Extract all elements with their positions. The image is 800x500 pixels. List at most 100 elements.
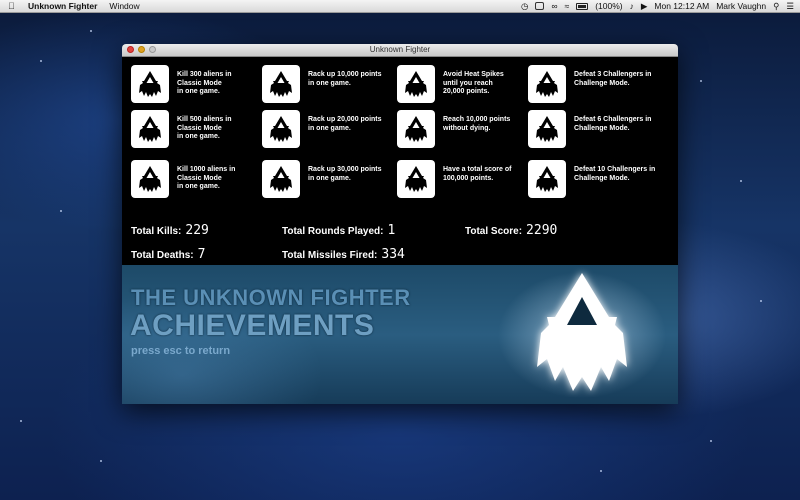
battery-icon[interactable] bbox=[576, 2, 589, 10]
volume-icon[interactable]: ♪ bbox=[630, 0, 634, 12]
achievement-ship-icon bbox=[131, 110, 169, 148]
achievement-item: Defeat 10 Challengers in Challenge Mode. bbox=[528, 160, 668, 205]
clock[interactable]: Mon 12:12 AM bbox=[654, 0, 709, 12]
achievement-line: Challenge Mode. bbox=[574, 79, 630, 87]
stat-total-missiles: Total Missiles Fired: 334 bbox=[282, 247, 405, 262]
wifi-icon[interactable]: ≈ bbox=[565, 0, 570, 12]
achievements-grid: Kill 300 aliens in Classic Mode in one gam… bbox=[131, 65, 671, 205]
banner-subtitle: ACHIEVEMENTS bbox=[130, 309, 375, 342]
achievement-line: 20,000 points. bbox=[443, 88, 490, 95]
achievement-line: in one game. bbox=[177, 133, 220, 140]
achievement-item: Rack up 20,000 points in one game. bbox=[262, 110, 397, 160]
stat-value: 229 bbox=[185, 223, 209, 238]
window-menu[interactable]: Window bbox=[109, 1, 139, 11]
stat-value: 7 bbox=[197, 247, 206, 262]
achievement-line: Defeat 10 Challengers in bbox=[574, 166, 656, 173]
achievement-description: Kill 300 aliens in Classic Mode in one gam… bbox=[177, 71, 259, 97]
display-icon[interactable] bbox=[535, 2, 545, 10]
achievement-line: Kill 1000 aliens in bbox=[177, 166, 236, 173]
stat-value: 1 bbox=[387, 223, 396, 238]
achievement-line: in one game. bbox=[177, 183, 220, 190]
achievement-item: Kill 500 aliens in Classic Mode in one gam… bbox=[131, 110, 262, 160]
app-menu[interactable]: Unknown Fighter bbox=[28, 1, 97, 11]
achievement-line: in one game. bbox=[308, 124, 351, 132]
minimize-button[interactable] bbox=[138, 46, 145, 53]
achievement-ship-icon bbox=[397, 65, 435, 103]
achievement-item: Rack up 10,000 points in one game. bbox=[262, 65, 397, 110]
achievements-banner: THE UNKNOWN FIGHTER ACHIEVEMENTS press e… bbox=[122, 265, 678, 404]
banner-title: THE UNKNOWN FIGHTER bbox=[131, 285, 411, 310]
achievement-line: Classic Mode bbox=[177, 124, 222, 132]
achievement-description: Reach 10,000 points without dying. bbox=[443, 116, 525, 133]
achievement-line: Rack up 20,000 points bbox=[308, 116, 382, 123]
notification-icon[interactable]: ☰ bbox=[786, 0, 794, 12]
achievement-description: Kill 500 aliens in Classic Mode in one gam… bbox=[177, 116, 259, 142]
achievement-ship-icon bbox=[262, 65, 300, 103]
achievement-line: Reach 10,000 points bbox=[443, 116, 511, 123]
achievement-description: Defeat 10 Challengers in Challenge Mode. bbox=[574, 166, 656, 183]
achievement-line: in one game. bbox=[308, 79, 351, 87]
battery-percent: (100%) bbox=[595, 1, 623, 11]
achievement-line: Classic Mode bbox=[177, 174, 222, 182]
achievements-screen: Kill 300 aliens in Classic Mode in one gam… bbox=[122, 57, 678, 404]
stat-label: Total Score: bbox=[465, 226, 523, 237]
achievement-line: Classic Mode bbox=[177, 79, 222, 87]
achievement-description: Rack up 10,000 points in one game. bbox=[308, 71, 390, 88]
bluetooth-icon[interactable]: ∞ bbox=[551, 0, 557, 12]
achievement-description: Defeat 6 Challengers in Challenge Mode. bbox=[574, 116, 656, 133]
stat-total-rounds: Total Rounds Played: 1 bbox=[282, 223, 395, 238]
stat-total-deaths: Total Deaths: 7 bbox=[131, 247, 205, 262]
achievement-line: Rack up 10,000 points bbox=[308, 71, 382, 78]
achievement-item: Defeat 6 Challengers in Challenge Mode. bbox=[528, 110, 668, 160]
input-menu-icon[interactable]: ▶ bbox=[641, 0, 648, 12]
window-controls bbox=[127, 46, 156, 53]
achievement-line: without dying. bbox=[443, 124, 491, 132]
achievement-item: Kill 300 aliens in Classic Mode in one gam… bbox=[131, 65, 262, 110]
achievement-line: until you reach bbox=[443, 79, 493, 87]
achievement-ship-icon bbox=[528, 110, 566, 148]
stat-total-kills: Total Kills: 229 bbox=[131, 223, 209, 238]
achievement-ship-icon bbox=[262, 160, 300, 198]
close-button[interactable] bbox=[127, 46, 134, 53]
achievement-ship-icon bbox=[131, 160, 169, 198]
achievement-description: Kill 1000 aliens in Classic Mode in one ga… bbox=[177, 166, 259, 192]
achievement-item: Kill 1000 aliens in Classic Mode in one ga… bbox=[131, 160, 262, 205]
apple-menu-icon[interactable]:  bbox=[8, 0, 18, 12]
achievement-ship-icon bbox=[397, 110, 435, 148]
achievement-line: Avoid Heat Spikes bbox=[443, 71, 504, 78]
window-titlebar[interactable]: Unknown Fighter bbox=[122, 44, 678, 57]
achievement-description: Rack up 30,000 points in one game. bbox=[308, 166, 390, 183]
achievement-item: Reach 10,000 points without dying. bbox=[397, 110, 528, 160]
app-window: Unknown Fighter Kill 300 aliens in Classi… bbox=[122, 44, 678, 404]
stat-label: Total Deaths: bbox=[131, 250, 194, 261]
achievement-line: Rack up 30,000 points bbox=[308, 166, 382, 173]
achievement-description: Rack up 20,000 points in one game. bbox=[308, 116, 390, 133]
achievement-ship-icon bbox=[131, 65, 169, 103]
menu-bar:  Unknown Fighter Window ◷ ∞ ≈ (100%) ♪ … bbox=[0, 0, 800, 13]
stat-label: Total Kills: bbox=[131, 226, 182, 237]
stats-panel: Total Kills: 229 Total Rounds Played: 1 To… bbox=[131, 219, 671, 269]
time-machine-icon[interactable]: ◷ bbox=[521, 0, 528, 12]
user-name[interactable]: Mark Vaughn bbox=[716, 0, 766, 12]
achievement-line: Challenge Mode. bbox=[574, 124, 630, 132]
return-hint: press esc to return bbox=[131, 345, 231, 357]
stat-value: 334 bbox=[381, 247, 405, 262]
stat-value: 2290 bbox=[526, 223, 558, 238]
spotlight-icon[interactable]: ⚲ bbox=[773, 0, 779, 12]
achievement-line: in one game. bbox=[308, 174, 351, 182]
achievement-description: Avoid Heat Spikes until you reach 20,000 p… bbox=[443, 71, 525, 97]
window-title: Unknown Fighter bbox=[369, 45, 431, 54]
stat-label: Total Rounds Played: bbox=[282, 226, 384, 237]
achievement-description: Have a total score of 100,000 points. bbox=[443, 166, 525, 183]
achievement-item: Have a total score of 100,000 points. bbox=[397, 160, 528, 205]
achievement-ship-icon bbox=[528, 160, 566, 198]
achievement-line: Defeat 6 Challengers in bbox=[574, 116, 652, 123]
achievement-line: Kill 300 aliens in bbox=[177, 71, 232, 78]
achievement-line: Challenge Mode. bbox=[574, 174, 630, 182]
achievement-ship-icon bbox=[528, 65, 566, 103]
achievement-line: Kill 500 aliens in bbox=[177, 116, 232, 123]
menu-extras: ◷ ∞ ≈ (100%) ♪ ▶ Mon 12:12 AM Mark Vaugh… bbox=[521, 0, 794, 12]
achievement-line: Have a total score of bbox=[443, 166, 512, 173]
zoom-button[interactable] bbox=[149, 46, 156, 53]
achievement-item: Avoid Heat Spikes until you reach 20,000 p… bbox=[397, 65, 528, 110]
